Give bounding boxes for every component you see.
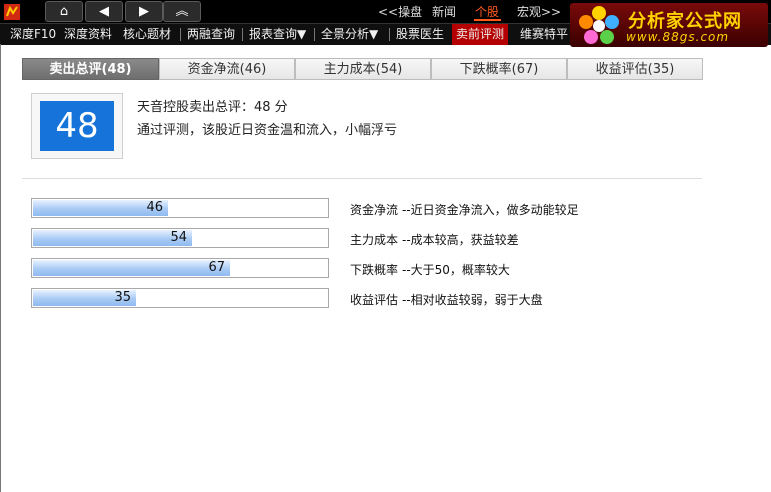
metric-bar-fund-flow: 46 <box>31 198 329 218</box>
tab-trading[interactable]: <<操盘 <box>378 3 422 20</box>
back-button[interactable]: ◀ <box>85 1 123 22</box>
metric-bar-decline-probability: 67 <box>31 258 329 278</box>
tab-stock[interactable]: 个股 <box>475 3 499 20</box>
divider <box>22 178 702 179</box>
home-button[interactable]: ⌂ <box>45 1 83 22</box>
metric-value: 54 <box>170 230 187 245</box>
metric-description: --相对收益较弱，弱于大盘 <box>402 293 543 307</box>
tab-decline-probability[interactable]: 下跌概率(67) <box>431 58 567 80</box>
metric-description: --成本较高，获益较差 <box>402 233 519 247</box>
metric-label: 收益评估 <box>350 293 399 307</box>
metric-description: --近日资金净流入，做多动能较足 <box>402 203 579 217</box>
separator <box>389 28 390 41</box>
subnav-stock-doctor[interactable]: 股票医生 <box>392 24 448 45</box>
metric-bar-main-cost: 54 <box>31 228 329 248</box>
subnav-margin-query[interactable]: 两融查询 <box>183 24 239 45</box>
back-icon: ◀ <box>99 4 109 19</box>
subnav-visit-platform[interactable]: 维赛特平 <box>516 24 572 45</box>
collapse-up-icon: ︽ <box>175 4 189 19</box>
subnav-report-query[interactable]: 报表查询▼ <box>245 24 310 45</box>
tab-news[interactable]: 新闻 <box>432 3 456 20</box>
active-tab-indicator <box>474 19 501 21</box>
summary-description: 通过评测，该股近日资金温和流入，小幅浮亏 <box>137 123 398 138</box>
metric-value: 35 <box>114 290 131 305</box>
metric-value: 67 <box>208 260 225 275</box>
forward-button[interactable]: ▶ <box>125 1 163 22</box>
subnav-deep-f10[interactable]: 深度F10 <box>6 24 60 45</box>
collapse-button[interactable]: ︽ <box>163 1 201 22</box>
metric-label: 主力成本 <box>350 233 399 247</box>
score-card: 48 <box>31 93 123 159</box>
metric-label: 下跌概率 <box>350 263 399 277</box>
tab-main-cost[interactable]: 主力成本(54) <box>295 58 431 80</box>
summary-title: 天音控股卖出总评：48 分 <box>137 100 288 115</box>
watermark-url: www.88gs.com <box>626 30 730 44</box>
subnav-deep-data[interactable]: 深度资料 <box>60 24 116 45</box>
separator <box>242 28 243 41</box>
tab-return-assessment[interactable]: 收益评估(35) <box>567 58 703 80</box>
metric-bar-return-assessment: 35 <box>31 288 329 308</box>
metric-description: --大于50，概率较大 <box>402 263 510 277</box>
overall-score: 48 <box>40 101 114 151</box>
subnav-panorama[interactable]: 全景分析▼ <box>317 24 382 45</box>
subnav-pre-sell-eval[interactable]: 卖前评测 <box>452 24 509 45</box>
flower-logo-icon <box>579 6 619 44</box>
metric-label: 资金净流 <box>350 203 399 217</box>
home-icon: ⌂ <box>59 4 69 19</box>
tab-macro[interactable]: 宏观>> <box>517 3 561 20</box>
forward-icon: ▶ <box>139 4 149 19</box>
separator <box>180 28 181 41</box>
subnav-core-themes[interactable]: 核心题材 <box>119 24 175 45</box>
metric-value: 46 <box>146 200 163 215</box>
tab-sell-overall[interactable]: 卖出总评(48) <box>22 58 159 80</box>
app-logo-icon <box>4 4 20 20</box>
separator <box>314 28 315 41</box>
left-border <box>0 44 1 492</box>
tab-fund-flow[interactable]: 资金净流(46) <box>159 58 295 80</box>
